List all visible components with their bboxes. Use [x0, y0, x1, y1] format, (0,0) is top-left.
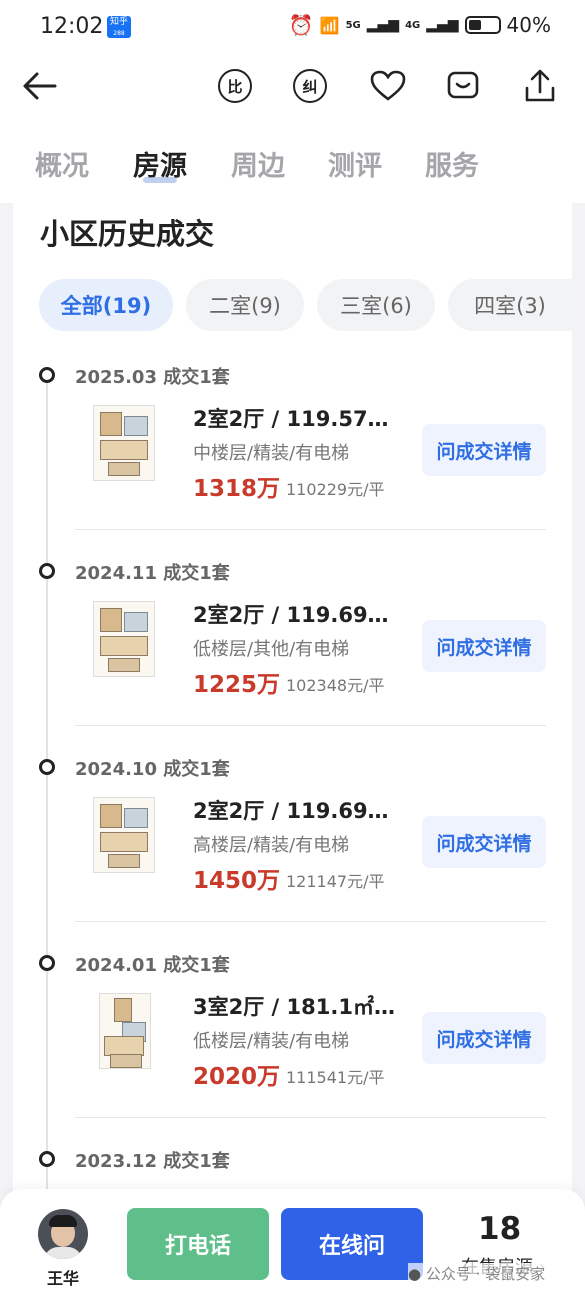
- zhihu-app-icon: 知乎 288: [107, 16, 131, 38]
- ask-deal-details-button[interactable]: 问成交详情: [422, 424, 546, 476]
- timeline-dot: [39, 563, 55, 579]
- transaction-item: 2025.03 成交1套 2室2厅 / 119.57… 中楼层/精装/有电梯 1…: [13, 357, 572, 553]
- call-button[interactable]: 打电话: [127, 1208, 269, 1280]
- compare-icon: 比: [218, 69, 252, 103]
- total-price: 1450万: [193, 868, 281, 894]
- timeline-dot: [39, 955, 55, 971]
- watermark-text: ● 公众号 · 袋鼠安家: [408, 1263, 546, 1284]
- house-attributes: 中楼层/精装/有电梯: [193, 443, 350, 464]
- divider: [75, 529, 546, 530]
- app-badge-sub: 288: [113, 30, 125, 37]
- transaction-item: 2024.10 成交1套 2室2厅 / 119.69… 高楼层/精装/有电梯 1…: [13, 749, 572, 945]
- filter-all[interactable]: 全部(19): [39, 279, 173, 331]
- status-bar: 12:02 知乎 288 ⏰ 📶 5G ▂▄▆ 4G ▂▄▆ 40%: [0, 0, 585, 56]
- battery-icon: [464, 16, 501, 34]
- transaction-item: 2024.11 成交1套 2室2厅 / 119.69… 低楼层/其他/有电梯 1…: [13, 553, 572, 749]
- ask-deal-details-button[interactable]: 问成交详情: [422, 1012, 546, 1064]
- total-price: 2020万: [193, 1064, 281, 1090]
- floor-plan-image[interactable]: [99, 993, 151, 1069]
- section-title: 小区历史成交: [40, 217, 215, 251]
- agent-avatar[interactable]: [38, 1209, 88, 1259]
- timeline-dot: [39, 1151, 55, 1167]
- app-badge-label: 知乎: [109, 17, 128, 27]
- floor-plan-image[interactable]: [93, 797, 155, 873]
- wechat-icon: ●: [408, 1265, 422, 1283]
- alarm-icon: ⏰: [288, 13, 314, 37]
- signal-4g-label: 4G: [405, 19, 421, 31]
- unit-price: 102348元/平: [286, 676, 385, 695]
- divider: [75, 725, 546, 726]
- watermark-label: 公众号 · 袋鼠安家: [425, 1265, 546, 1283]
- transaction-date: 2025.03 成交1套: [75, 367, 230, 388]
- house-attributes: 低楼层/其他/有电梯: [193, 639, 350, 660]
- unit-price: 111541元/平: [286, 1068, 385, 1087]
- agent-name[interactable]: 王华: [47, 1265, 79, 1289]
- message-icon[interactable]: [443, 66, 483, 106]
- top-nav-bar: 比 纠: [0, 56, 585, 118]
- ask-deal-details-button[interactable]: 问成交详情: [422, 620, 546, 672]
- house-layout-title[interactable]: 2室2厅 / 119.69…: [193, 795, 408, 825]
- section-tabs: 概况 房源 周边 测评 服务: [0, 118, 585, 203]
- floor-plan-image[interactable]: [93, 405, 155, 481]
- house-attributes: 低楼层/精装/有电梯: [193, 1031, 350, 1052]
- share-icon[interactable]: [520, 66, 560, 106]
- filter-four-room[interactable]: 四室(3): [448, 279, 572, 331]
- transaction-date: 2023.12 成交1套: [75, 1151, 230, 1172]
- correction-button[interactable]: 纠: [290, 66, 330, 106]
- timeline-dot: [39, 759, 55, 775]
- house-layout-title[interactable]: 2室2厅 / 119.57…: [193, 403, 408, 433]
- signal-5g-label: 5G: [345, 19, 361, 31]
- favorite-heart-icon[interactable]: [368, 66, 408, 106]
- unit-price: 121147元/平: [286, 872, 385, 891]
- signal-bars-icon-2: ▂▄▆: [426, 17, 459, 33]
- timeline-dot: [39, 367, 55, 383]
- house-attributes: 高楼层/精装/有电梯: [193, 835, 350, 856]
- ask-deal-details-button[interactable]: 问成交详情: [422, 816, 546, 868]
- listing-count[interactable]: 18: [478, 1211, 521, 1247]
- tab-services[interactable]: 服务: [425, 144, 479, 183]
- total-price: 1318万: [193, 476, 281, 502]
- divider: [75, 1117, 546, 1118]
- divider: [75, 921, 546, 922]
- filter-two-room[interactable]: 二室(9): [186, 279, 304, 331]
- transaction-date: 2024.01 成交1套: [75, 955, 230, 976]
- wifi-icon: 📶: [319, 15, 340, 35]
- back-arrow-icon[interactable]: [20, 66, 60, 106]
- online-ask-button[interactable]: 在线问: [281, 1208, 423, 1280]
- history-transactions-card: 小区历史成交 全部(19) 二室(9) 三室(6) 四室(3) 2025.03 …: [13, 203, 572, 1210]
- bottom-action-bar: 王华 打电话 在线问 18 在售房源 › ● 公众号 · 袋鼠安家: [0, 1189, 585, 1299]
- filter-three-room[interactable]: 三室(6): [317, 279, 435, 331]
- battery-level: 40%: [506, 13, 551, 37]
- tab-review[interactable]: 测评: [328, 144, 382, 183]
- floor-plan-image[interactable]: [93, 601, 155, 677]
- transaction-date: 2024.11 成交1套: [75, 563, 230, 584]
- tab-nearby[interactable]: 周边: [231, 144, 285, 183]
- correction-icon: 纠: [293, 69, 327, 103]
- transaction-date: 2024.10 成交1套: [75, 759, 230, 780]
- house-layout-title[interactable]: 2室2厅 / 119.69…: [193, 599, 408, 629]
- status-time: 12:02: [40, 14, 104, 39]
- house-layout-title[interactable]: 3室2厅 / 181.1㎡…: [193, 991, 408, 1021]
- signal-bars-icon: ▂▄▆: [366, 17, 400, 33]
- unit-price: 110229元/平: [286, 480, 385, 499]
- tab-listings[interactable]: 房源: [133, 144, 187, 183]
- transaction-item: 2024.01 成交1套 3室2厅 / 181.1㎡… 低楼层/精装/有电梯 2…: [13, 945, 572, 1141]
- compare-button[interactable]: 比: [215, 66, 255, 106]
- total-price: 1225万: [193, 672, 281, 698]
- transaction-item: 2023.12 成交1套: [13, 1141, 572, 1181]
- tab-overview[interactable]: 概况: [35, 144, 89, 183]
